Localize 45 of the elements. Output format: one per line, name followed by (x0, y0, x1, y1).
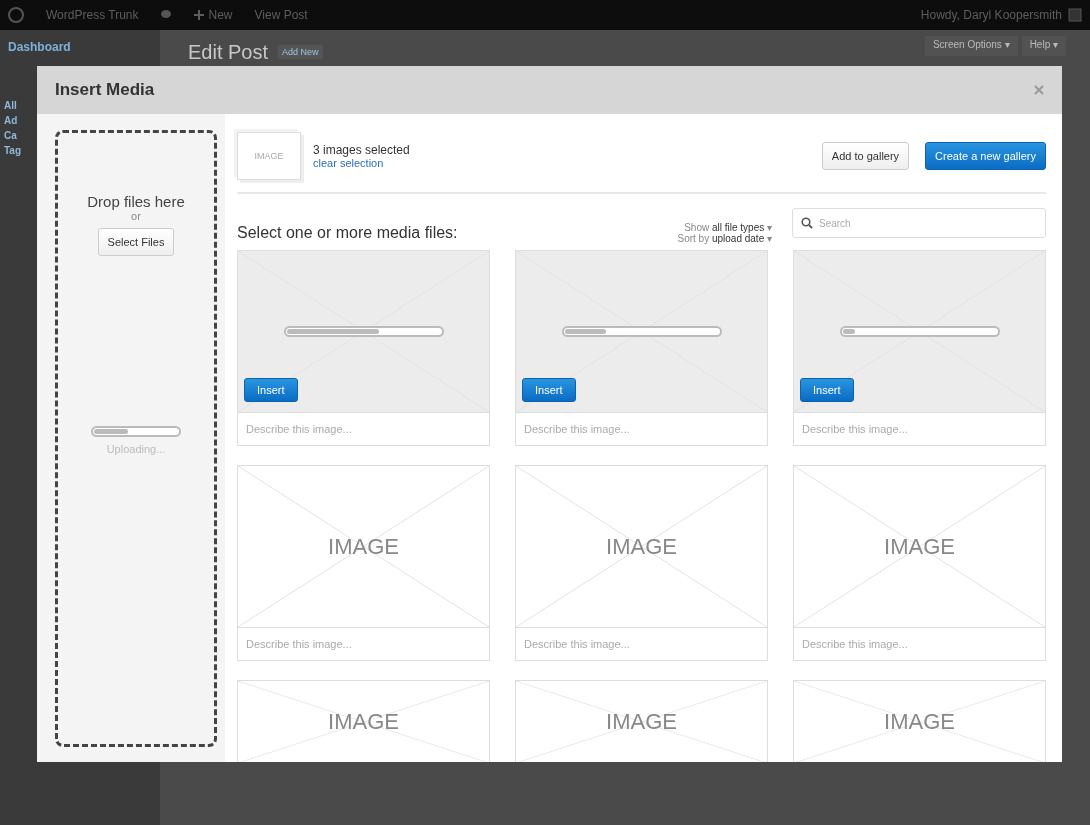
screen-options-tab[interactable]: Screen Options ▾ (924, 36, 1018, 56)
sidebar-item[interactable]: Dashboard (0, 36, 160, 58)
drop-zone[interactable]: Drop files here or Select Files Uploading... (55, 130, 217, 747)
media-tile[interactable]: Insert Describe this image... (237, 250, 490, 446)
plus-icon[interactable] (194, 10, 205, 20)
gallery-button[interactable]: Add to gallery (821, 142, 910, 170)
insert-button[interactable]: Insert (522, 378, 576, 402)
insert-button[interactable]: Insert (800, 378, 854, 402)
image-label: IMAGE (328, 533, 399, 560)
image-label: IMAGE (884, 533, 955, 560)
select-files-button[interactable]: Select Files (97, 228, 175, 256)
selection-thumbnail: IMAGE (237, 132, 301, 180)
view-post-link[interactable]: View Post (254, 8, 308, 22)
drop-text: Drop files here (87, 193, 185, 210)
close-icon (1034, 85, 1044, 95)
media-tile[interactable]: IMAGE (515, 680, 768, 762)
media-tile[interactable]: IMAGE (793, 680, 1046, 762)
search-field[interactable]: Search (792, 208, 1046, 238)
or-text: or (131, 210, 141, 222)
search-icon (801, 217, 813, 229)
media-tile[interactable]: IMAGE Describe this image... (793, 465, 1046, 661)
image-label: IMAGE (328, 709, 399, 735)
site-name[interactable]: WordPress Trunk (46, 8, 139, 22)
media-tile[interactable]: Insert Describe this image... (515, 250, 768, 446)
filter-dropdown[interactable]: Sort by upload date ▾ (677, 233, 772, 244)
gallery-button[interactable]: Create a new gallery (925, 142, 1046, 170)
add-new-button[interactable]: Add New (278, 45, 323, 59)
help-tab[interactable]: Help ▾ (1021, 36, 1066, 56)
filter-dropdown[interactable]: Show all file types ▾ (684, 222, 772, 233)
selection-count: 3 images selected (313, 143, 410, 157)
image-label: IMAGE (606, 709, 677, 735)
media-tile[interactable]: IMAGE Describe this image... (237, 465, 490, 661)
insert-button[interactable]: Insert (244, 378, 298, 402)
media-tile[interactable]: Insert Describe this image... (793, 250, 1046, 446)
page-title: Edit Post (188, 40, 269, 64)
clear-selection-link[interactable]: clear selection (313, 157, 410, 169)
media-tile[interactable]: IMAGE Describe this image... (515, 465, 768, 661)
section-heading: Select one or more media files: (237, 224, 458, 243)
new-link[interactable]: New (208, 8, 233, 22)
upload-status: Uploading... (106, 443, 166, 455)
media-tile[interactable]: IMAGE (237, 680, 490, 762)
image-label: IMAGE (884, 709, 955, 735)
modal-title: Insert Media (55, 80, 155, 100)
greeting[interactable]: Howdy, Daryl Koopersmith (920, 8, 1062, 22)
image-label: IMAGE (606, 533, 677, 560)
